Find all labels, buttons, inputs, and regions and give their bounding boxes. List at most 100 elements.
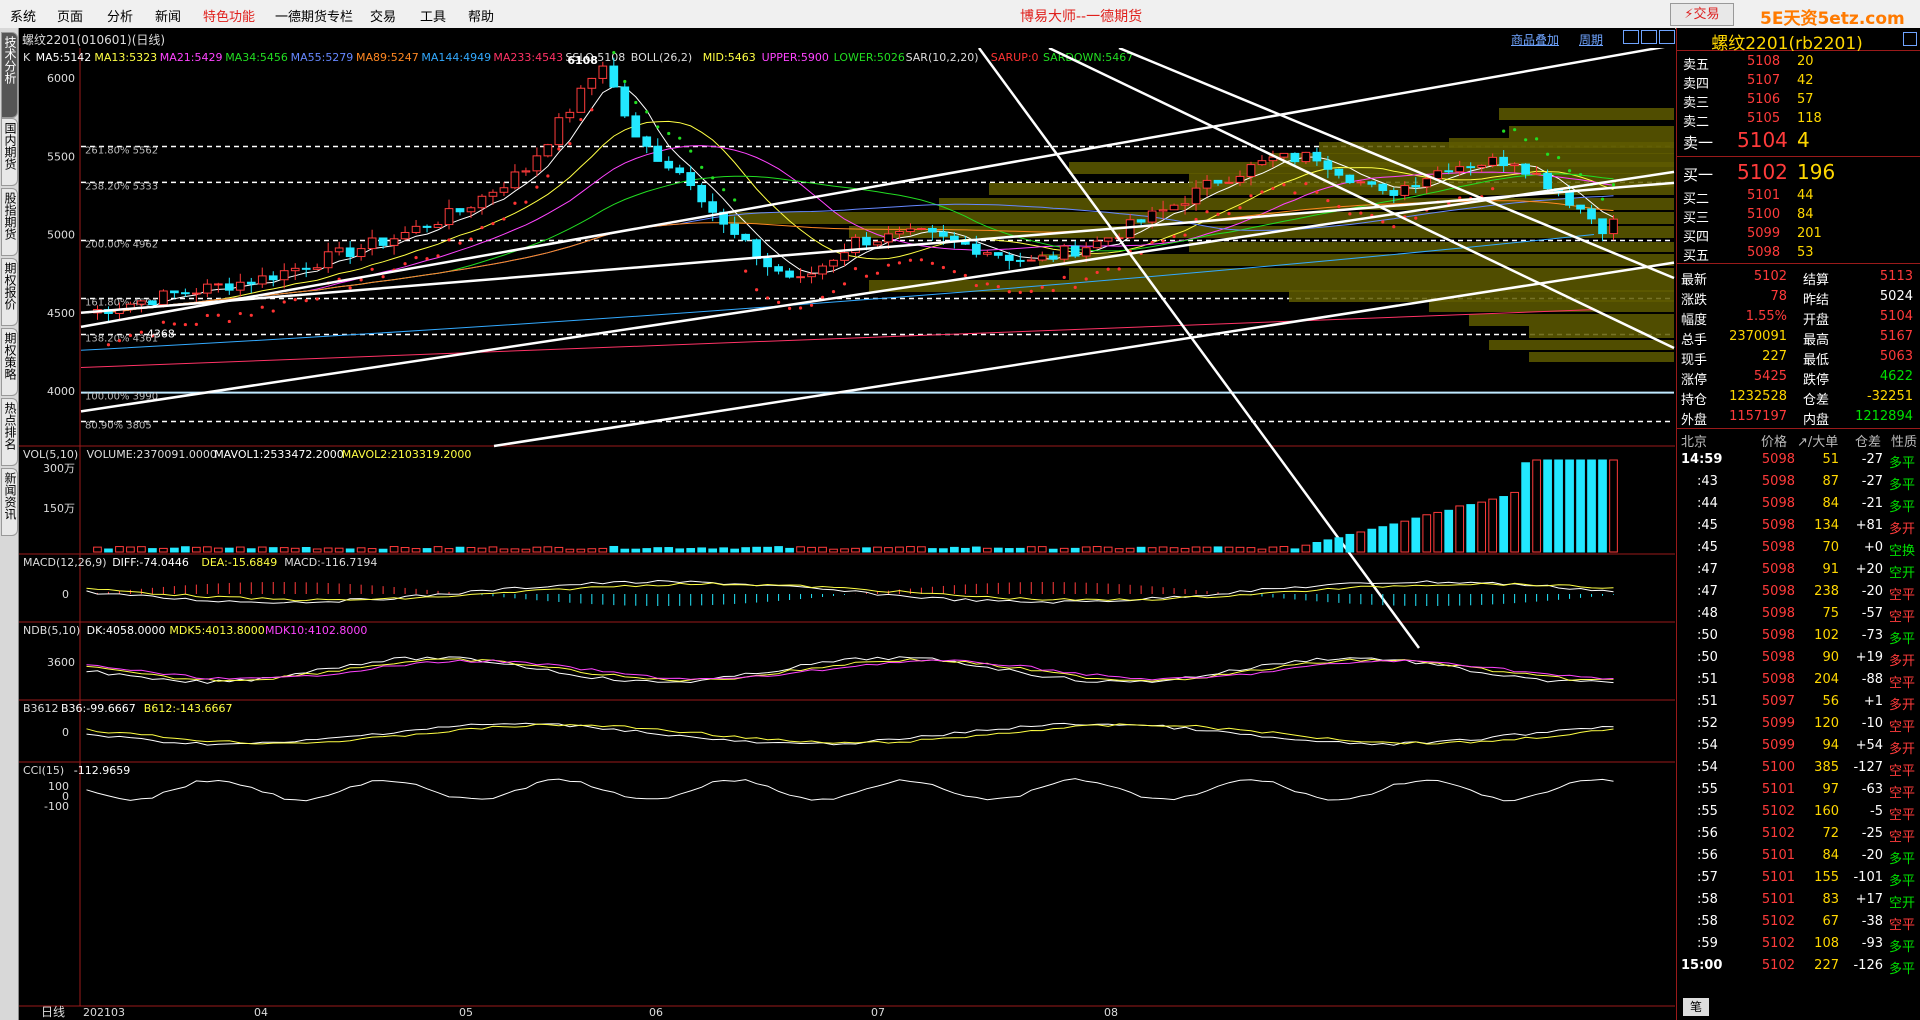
tick-row[interactable]: :57 5101 155 -101 多平 <box>1677 867 1920 889</box>
tick-row[interactable]: :52 5099 120 -10 空平 <box>1677 713 1920 735</box>
side-tab-index-futures[interactable]: 股指期货 <box>1 188 18 256</box>
sar-dot <box>513 201 517 205</box>
candle-body <box>862 236 871 246</box>
layout-icon[interactable] <box>1659 30 1675 44</box>
trade-button[interactable]: ⚡交易 <box>1670 3 1734 26</box>
tick-row[interactable]: :55 5102 160 -5 空平 <box>1677 801 1920 823</box>
sar-dot <box>974 283 978 288</box>
tick-row[interactable]: :43 5098 87 -27 多平 <box>1677 471 1920 493</box>
overlay-link[interactable]: 商品叠加 <box>1511 31 1559 48</box>
tick-nature: 空平 <box>1889 610 1916 625</box>
ask-price: 5106 <box>1747 92 1781 107</box>
tick-nature: 空平 <box>1889 720 1916 735</box>
bid-row[interactable]: 买二 5101 44 <box>1677 186 1920 207</box>
menu-trade[interactable]: 交易 <box>370 6 396 25</box>
volume-bar <box>993 547 1003 553</box>
volume-bar <box>1059 547 1069 553</box>
tick-oi: -101 <box>1853 870 1883 885</box>
tick-time: :51 <box>1697 694 1718 709</box>
bid-row[interactable]: 买三 5100 84 <box>1677 205 1920 226</box>
kline-chart[interactable]: K MA5:5142 MA13:5323 MA21:5429 MA34:5456 MA55… <box>19 48 1675 1020</box>
tick-row[interactable]: 14:59 5098 51 -27 多平 <box>1677 449 1920 471</box>
tick-row[interactable]: :55 5101 97 -63 空平 <box>1677 779 1920 801</box>
bottom-tab[interactable]: 笔 <box>1683 998 1709 1016</box>
bid-row[interactable]: 买四 5099 201 <box>1677 224 1920 245</box>
tick-row[interactable]: :54 5099 94 +54 多开 <box>1677 735 1920 757</box>
menu-system[interactable]: 系统 <box>10 6 36 25</box>
candle-body <box>993 252 1003 256</box>
candle-body <box>708 201 718 213</box>
tick-row[interactable]: :59 5102 108 -93 多平 <box>1677 933 1920 955</box>
volume-bar <box>928 548 937 553</box>
ask-row[interactable]: 卖四 5107 42 <box>1677 71 1920 92</box>
macd-dea-line <box>86 582 1614 602</box>
tick-nature: 多平 <box>1889 852 1916 867</box>
tick-time: :54 <box>1697 738 1718 753</box>
tick-row[interactable]: :56 5102 72 -25 空平 <box>1677 823 1920 845</box>
menu-page[interactable]: 页面 <box>57 6 83 25</box>
tick-nature: 空换 <box>1889 544 1916 559</box>
sar-dot <box>711 176 715 180</box>
tick-volume: 120 <box>1814 716 1839 731</box>
menu-tools[interactable]: 工具 <box>420 6 446 25</box>
tick-row[interactable]: :58 5102 67 -38 空平 <box>1677 911 1920 933</box>
ask-row[interactable]: 卖一 5104 4 <box>1677 128 1920 152</box>
quote-title-bar: 螺纹2201(rb2201) <box>1677 28 1920 54</box>
candle-body <box>1191 187 1201 205</box>
tick-row[interactable]: :50 5098 90 +19 多开 <box>1677 647 1920 669</box>
candle-body <box>774 266 783 272</box>
tick-row[interactable]: :56 5101 84 -20 多平 <box>1677 845 1920 867</box>
tick-row[interactable]: :47 5098 238 -20 空平 <box>1677 581 1920 603</box>
menu-features[interactable]: 特色功能 <box>203 6 255 25</box>
tick-volume: 91 <box>1822 562 1839 577</box>
sar-dot <box>381 275 385 279</box>
period-link[interactable]: 周期 <box>1579 31 1603 48</box>
side-tab-news[interactable]: 新闻资讯 <box>1 468 18 536</box>
sar-dot <box>172 322 176 326</box>
layout-icon[interactable] <box>1623 30 1639 44</box>
separator <box>1677 263 1920 264</box>
tick-nature: 空平 <box>1889 918 1916 933</box>
tick-row[interactable]: :45 5098 134 +81 多开 <box>1677 515 1920 537</box>
tick-row[interactable]: :48 5098 75 -57 空平 <box>1677 603 1920 625</box>
tick-row[interactable]: 15:00 5102 227 -126 多平 <box>1677 955 1920 977</box>
sar-dot <box>1205 210 1209 214</box>
volume-bar <box>763 546 772 553</box>
volume-bar <box>1125 547 1135 553</box>
stat-label: 总手 <box>1681 333 1708 348</box>
candle-body <box>785 270 794 278</box>
sar-dot <box>1282 183 1286 187</box>
menu-news[interactable]: 新闻 <box>155 6 181 25</box>
side-tab-technical[interactable]: 技术分析 <box>1 32 18 118</box>
tick-row[interactable]: :58 5101 83 +17 空开 <box>1677 889 1920 911</box>
tick-row[interactable]: :51 5098 204 -88 空平 <box>1677 669 1920 691</box>
menu-help[interactable]: 帮助 <box>468 6 494 25</box>
indicator-label: LOWER:5026 <box>834 51 905 64</box>
tick-row[interactable]: :44 5098 84 -21 多平 <box>1677 493 1920 515</box>
ask-row[interactable]: 卖二 5105 118 <box>1677 109 1920 130</box>
volume-bar <box>345 548 355 553</box>
candle-body <box>1532 172 1541 175</box>
ask-row[interactable]: 卖三 5106 57 <box>1677 90 1920 111</box>
tick-price: 5101 <box>1761 892 1795 907</box>
side-tab-hot-ranking[interactable]: 热点排名 <box>1 398 18 466</box>
tick-row[interactable]: :50 5098 102 -73 多平 <box>1677 625 1920 647</box>
layout-icon[interactable] <box>1641 30 1657 44</box>
side-tab-option-strategy[interactable]: 期权策略 <box>1 328 18 396</box>
maximize-icon[interactable] <box>1903 32 1917 46</box>
bid-row[interactable]: 买一 5102 196 <box>1677 160 1920 184</box>
tick-row[interactable]: :47 5098 91 +20 空开 <box>1677 559 1920 581</box>
ask-row[interactable]: 卖五 5108 20 <box>1677 52 1920 73</box>
tick-header: 北京 价格 ↗/大单 仓差 性质 <box>1677 429 1920 450</box>
sar-dot <box>1227 212 1231 216</box>
bid-row[interactable]: 买五 5098 53 <box>1677 243 1920 264</box>
tick-row[interactable]: :54 5100 385 -127 空平 <box>1677 757 1920 779</box>
stat-row: 总手 2370091 最高 5167 <box>1677 327 1920 348</box>
side-tab-option-quotes[interactable]: 期权报价 <box>1 258 18 326</box>
sar-dot <box>194 322 198 326</box>
menu-analysis[interactable]: 分析 <box>107 6 133 25</box>
tick-row[interactable]: :51 5097 56 +1 多开 <box>1677 691 1920 713</box>
menu-yide-column[interactable]: 一德期货专栏 <box>275 6 353 25</box>
tick-row[interactable]: :45 5098 70 +0 空换 <box>1677 537 1920 559</box>
side-tab-domestic-futures[interactable]: 国内期货 <box>1 118 18 186</box>
